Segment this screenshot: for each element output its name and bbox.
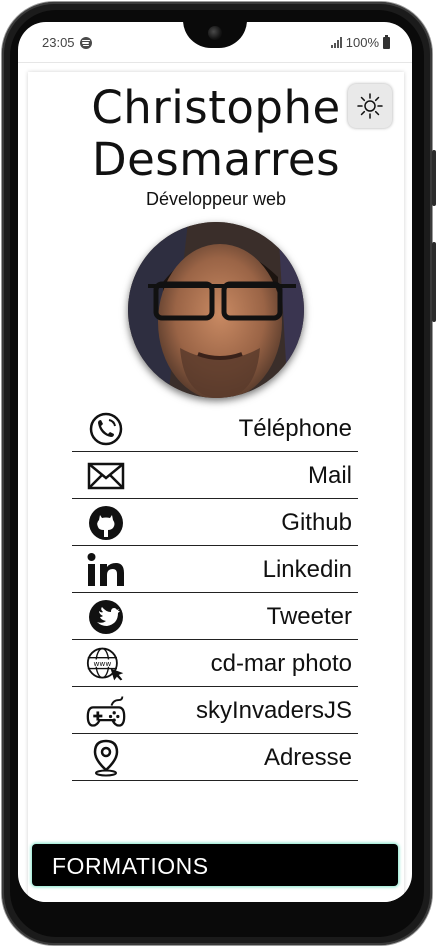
formations-button[interactable]: FORMATIONS	[32, 844, 398, 886]
link-label-mail: Mail	[307, 462, 352, 489]
avatar	[128, 222, 304, 398]
github-icon	[86, 505, 126, 541]
link-mail[interactable]: Mail	[72, 452, 358, 499]
battery-percent: 100%	[345, 35, 379, 50]
sun-icon	[357, 93, 383, 119]
linkedin-icon	[86, 552, 126, 588]
gamepad-icon	[86, 693, 126, 729]
link-label-adresse: Adresse	[263, 744, 352, 771]
globe-www-icon: www	[86, 646, 126, 682]
power-button	[432, 242, 436, 322]
link-label-cd-mar-photo: cd-mar photo	[210, 650, 352, 677]
link-adresse[interactable]: Adresse	[72, 734, 358, 781]
link-tweeter[interactable]: Tweeter	[72, 593, 358, 640]
svg-text:www: www	[93, 659, 111, 668]
link-linkedin[interactable]: Linkedin	[72, 546, 358, 593]
link-cd-mar-photo[interactable]: www cd-mar photo	[72, 640, 358, 687]
twitter-icon	[86, 599, 126, 635]
theme-toggle-button[interactable]	[348, 84, 392, 128]
avatar-portrait	[128, 222, 304, 398]
volume-button	[432, 150, 436, 206]
link-label-skyinvadersjs: skyInvadersJS	[195, 697, 352, 724]
contact-links: Téléphone Mail Github Linkedin Tweeter w…	[72, 405, 358, 781]
link-label-linkedin: Linkedin	[262, 556, 352, 583]
link-telephone[interactable]: Téléphone	[72, 405, 358, 452]
link-github[interactable]: Github	[72, 499, 358, 546]
link-label-tweeter: Tweeter	[266, 603, 352, 630]
spotify-icon	[79, 36, 92, 49]
status-time: 23:05	[42, 35, 75, 50]
signal-icon	[330, 37, 342, 48]
status-bar: 23:05 100%	[42, 34, 390, 53]
formations-label: FORMATIONS	[52, 853, 209, 879]
link-skyinvadersjs[interactable]: skyInvadersJS	[72, 687, 358, 734]
profile-card: Christophe Desmarres Développeur web Tél…	[28, 72, 404, 902]
battery-icon	[383, 34, 390, 49]
mail-icon	[86, 458, 126, 494]
phone-icon	[86, 411, 126, 447]
profile-role: Développeur web	[145, 189, 287, 209]
status-divider	[18, 62, 412, 63]
link-label-telephone: Téléphone	[238, 415, 352, 442]
profile-name-last: Desmarres	[91, 133, 341, 186]
phone-screen: 23:05 100% Christophe Desmarres Développ…	[18, 22, 412, 902]
link-label-github: Github	[281, 509, 352, 536]
location-pin-icon	[86, 739, 126, 777]
